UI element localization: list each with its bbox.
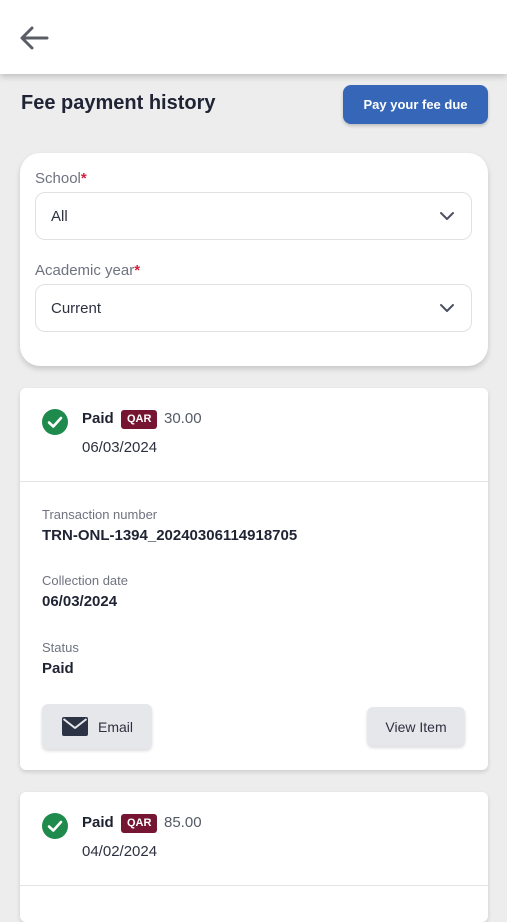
status-label: Status [42,640,79,655]
transaction-number-value: TRN-ONL-1394_20240306114918705 [42,527,298,544]
arrow-left-icon [20,26,49,50]
view-item-button[interactable]: View Item [367,707,465,746]
transaction-card-header[interactable]: Paid QAR 85.00 04/02/2024 [20,792,488,886]
required-mark: * [80,170,87,187]
page-title: Fee payment history [21,92,216,114]
back-button[interactable] [14,20,54,56]
school-label: School* [35,170,87,187]
collection-date-value: 06/03/2024 [42,593,118,610]
top-app-bar [0,0,507,74]
status-value: Paid [42,660,74,677]
academic-year-select[interactable]: Current [35,284,472,332]
school-select-value: All [51,208,68,225]
currency-badge: QAR [121,814,158,833]
school-select[interactable]: All [35,192,472,240]
pay-fee-due-button[interactable]: Pay your fee due [343,85,488,124]
check-circle-icon [42,813,68,839]
transaction-status: Paid [82,410,114,427]
check-circle-icon [42,409,68,435]
collection-date-label: Collection date [42,573,128,588]
transaction-amount: 85.00 [164,814,202,831]
transaction-details: Transaction number TRN-ONL-1394_20240306… [20,482,488,770]
filter-card: School* All Academic year* Current [20,153,488,366]
email-button-label: Email [98,718,134,735]
transaction-card-header[interactable]: Paid QAR 30.00 06/03/2024 [20,388,488,482]
chevron-down-icon [440,304,454,312]
mail-icon [62,717,88,736]
transaction-card: Paid QAR 85.00 04/02/2024 [20,792,488,922]
email-button[interactable]: Email [42,704,152,749]
required-mark: * [134,262,141,279]
academic-year-select-value: Current [51,300,102,317]
transaction-number-label: Transaction number [42,507,158,522]
transaction-date: 06/03/2024 [82,439,158,456]
transaction-amount: 30.00 [164,410,202,427]
transaction-date: 04/02/2024 [82,843,158,860]
academic-year-label: Academic year* [35,262,141,279]
currency-badge: QAR [121,410,158,429]
transaction-card: Paid QAR 30.00 06/03/2024 Transaction nu… [20,388,488,770]
transaction-status: Paid [82,814,114,831]
chevron-down-icon [440,212,454,220]
